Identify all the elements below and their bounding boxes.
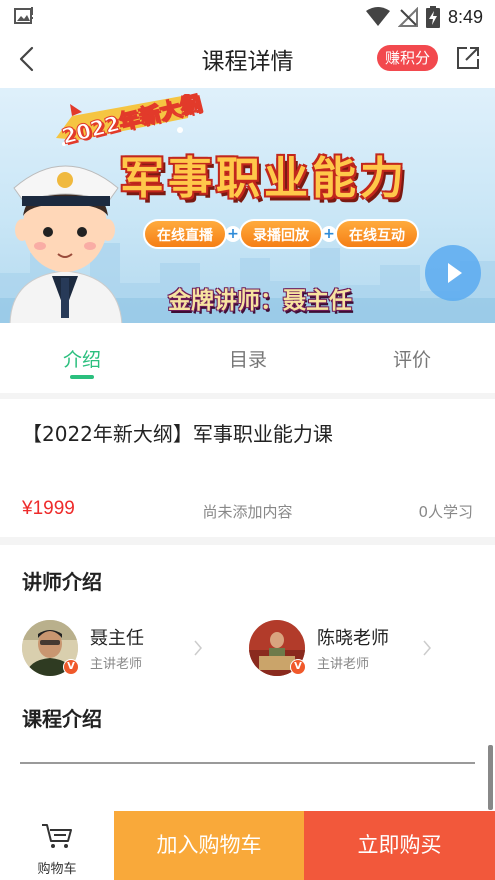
tab-reviews[interactable]: 评价 <box>372 345 452 372</box>
content-tabs: 介绍 目录 评价 <box>0 323 495 393</box>
tab-intro[interactable]: 介绍 <box>42 345 122 372</box>
bottom-action-bar: 购物车 加入购物车 立即购买 <box>0 811 495 880</box>
lecturer-role: 主讲老师 <box>317 657 370 672</box>
cartoon-officer-illustration <box>9 165 123 323</box>
divider <box>0 537 495 545</box>
lecturer-name: 陈晓老师 <box>317 628 389 649</box>
active-tab-indicator <box>70 375 94 379</box>
lecturers-section-title: 讲师介绍 <box>22 570 102 594</box>
verified-badge-icon: V <box>290 659 306 675</box>
learner-count: 0人学习 <box>418 503 473 521</box>
lecturer-role: 主讲老师 <box>90 657 143 672</box>
plus-icon: + <box>321 226 337 242</box>
no-signal-icon <box>397 7 418 27</box>
wifi-icon <box>365 7 390 26</box>
course-banner[interactable]: 2022年新大纲 军事职业能力 在线直播 + 录播回放 + 在线互动 金牌讲师：… <box>0 88 495 323</box>
lecturer-card[interactable]: V 陈晓老师 主讲老师 <box>249 620 439 680</box>
status-bar: 8:49 <box>0 0 495 34</box>
gallery-notification-icon <box>14 7 33 24</box>
status-time: 8:49 <box>447 6 483 27</box>
content-divider <box>20 762 475 764</box>
plus-icon: + <box>225 226 241 242</box>
play-video-button[interactable] <box>425 245 481 301</box>
battery-charging-icon <box>425 6 440 28</box>
chevron-right-icon <box>194 640 202 656</box>
earn-points-button[interactable]: 赚积分 <box>377 45 439 71</box>
course-title: 【2022年新大纲】军事职业能力课 <box>22 422 333 446</box>
feature-pill: 在线直播 <box>143 219 227 249</box>
share-icon[interactable] <box>455 45 481 71</box>
play-icon <box>448 263 462 283</box>
chevron-right-icon <box>423 640 431 656</box>
feature-pill: 在线互动 <box>335 219 419 249</box>
divider <box>0 393 495 399</box>
buy-now-button[interactable]: 立即购买 <box>304 811 495 880</box>
feature-pill: 录播回放 <box>239 219 323 249</box>
feature-pills: 在线直播 + 录播回放 + 在线互动 <box>143 219 419 249</box>
course-detail-page: 8:49 课程详情 赚积分 2022年新大纲 军事职业能力 在线直播 + 录播回… <box>0 0 495 880</box>
lecturer-card[interactable]: V 聂主任 主讲老师 <box>22 620 212 680</box>
lecturer-name: 聂主任 <box>90 628 144 649</box>
tab-catalog[interactable]: 目录 <box>208 345 288 372</box>
shopping-cart-icon <box>42 824 72 848</box>
scrollbar-thumb[interactable] <box>488 745 493 810</box>
banner-teacher-line: 金牌讲师：聂主任 <box>168 287 352 314</box>
verified-badge-icon: V <box>63 659 79 675</box>
cart-label: 购物车 <box>37 862 77 877</box>
cart-tab[interactable]: 购物车 <box>0 811 114 880</box>
course-intro-title: 课程介绍 <box>22 707 102 731</box>
status-icons: 8:49 <box>365 5 483 29</box>
banner-title: 军事职业能力 <box>120 153 408 204</box>
nav-bar: 课程详情 赚积分 <box>0 34 495 84</box>
add-to-cart-button[interactable]: 加入购物车 <box>114 811 304 880</box>
